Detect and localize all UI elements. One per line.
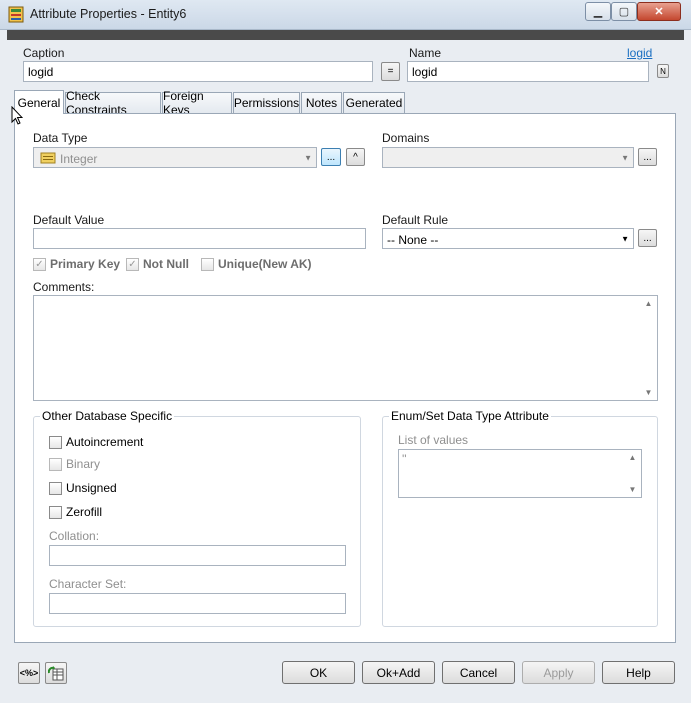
- checkmark-icon: ✓: [126, 257, 139, 271]
- name-options-button[interactable]: N: [657, 64, 669, 78]
- unsigned-label: Unsigned: [66, 481, 117, 495]
- empty-checkbox-icon: [49, 505, 62, 519]
- minimize-button[interactable]: ▁: [585, 2, 611, 21]
- list-of-values-label: List of values: [398, 433, 469, 447]
- binary-label: Binary: [66, 457, 101, 471]
- note-icon: N: [660, 66, 666, 76]
- ok-add-button[interactable]: Ok+Add: [362, 661, 435, 684]
- default-rule-value: -- None --: [387, 233, 439, 247]
- scroll-up-icon: ▲: [644, 299, 653, 308]
- comments-textarea[interactable]: ▲ ▼: [33, 295, 658, 401]
- empty-checkbox-icon: [201, 257, 214, 271]
- unique-label: Unique(New AK): [218, 257, 312, 271]
- tab-generated[interactable]: Generated: [343, 92, 405, 113]
- tab-strip: General Check Constraints Foreign Keys P…: [14, 89, 414, 117]
- cancel-button[interactable]: Cancel: [442, 661, 515, 684]
- default-rule-browse-button[interactable]: ...: [638, 229, 657, 247]
- zerofill-checkbox[interactable]: Zerofill: [49, 505, 102, 519]
- table-refresh-icon: [48, 666, 64, 681]
- integer-type-icon: [40, 152, 56, 164]
- data-type-browse-button[interactable]: ...: [321, 148, 341, 166]
- empty-checkbox-icon: [49, 481, 62, 495]
- unsigned-checkbox[interactable]: Unsigned: [49, 481, 117, 495]
- name-input[interactable]: logid: [407, 61, 649, 82]
- empty-checkbox-icon: [49, 457, 62, 471]
- domains-select[interactable]: ▼: [382, 147, 634, 168]
- data-type-value: Integer: [60, 152, 98, 166]
- enum-set-title: Enum/Set Data Type Attribute: [389, 409, 551, 423]
- other-db-title: Other Database Specific: [40, 409, 175, 423]
- list-of-values-text: '': [402, 452, 407, 466]
- refresh-table-button[interactable]: [45, 662, 67, 684]
- window-title: Attribute Properties - Entity6: [30, 7, 187, 21]
- caption-input[interactable]: logid: [23, 61, 373, 82]
- data-type-select[interactable]: Integer ▼: [33, 147, 317, 168]
- default-rule-select[interactable]: -- None -- ▼: [382, 228, 634, 249]
- tab-permissions[interactable]: Permissions: [233, 92, 300, 113]
- empty-checkbox-icon: [49, 435, 62, 449]
- help-button[interactable]: Help: [602, 661, 675, 684]
- scroll-down-icon: ▼: [644, 388, 653, 397]
- sync-name-button[interactable]: =: [381, 62, 400, 81]
- name-link[interactable]: logid: [627, 46, 652, 60]
- domains-browse-button[interactable]: ...: [638, 148, 657, 166]
- sql-preview-button[interactable]: <%>: [18, 662, 40, 684]
- unique-checkbox[interactable]: Unique(New AK): [201, 257, 312, 271]
- autoincrement-label: Autoincrement: [66, 435, 144, 449]
- checkmark-icon: ✓: [33, 257, 46, 271]
- data-type-up-button[interactable]: ^: [346, 148, 365, 166]
- charset-input[interactable]: [49, 593, 346, 614]
- maximize-button[interactable]: ▢: [611, 2, 637, 21]
- tab-check-constraints[interactable]: Check Constraints: [65, 89, 161, 117]
- tab-notes[interactable]: Notes: [301, 92, 342, 113]
- scroll-up-icon: ▲: [628, 453, 637, 462]
- primary-key-label: Primary Key: [50, 257, 121, 271]
- domains-label: Domains: [382, 131, 430, 145]
- default-value-input[interactable]: [33, 228, 366, 249]
- ok-button[interactable]: OK: [282, 661, 355, 684]
- data-type-label: Data Type: [33, 131, 88, 145]
- list-of-values-scrollbar[interactable]: ▲ ▼: [624, 450, 641, 497]
- header-strip: [7, 30, 684, 40]
- zerofill-label: Zerofill: [66, 505, 103, 519]
- chevron-down-icon: ▼: [304, 153, 312, 162]
- autoincrement-checkbox[interactable]: Autoincrement: [49, 435, 143, 449]
- comments-label: Comments:: [33, 280, 95, 294]
- close-icon: ✕: [654, 6, 664, 18]
- mouse-cursor-icon: [11, 106, 23, 125]
- maximize-icon: ▢: [618, 6, 630, 18]
- close-button[interactable]: ✕: [637, 2, 681, 21]
- scroll-down-icon: ▼: [628, 485, 637, 494]
- not-null-label: Not Null: [143, 257, 189, 271]
- primary-key-checkbox[interactable]: ✓ Primary Key: [33, 257, 120, 271]
- collation-label: Collation:: [49, 529, 100, 543]
- default-value-label: Default Value: [33, 213, 105, 227]
- apply-button[interactable]: Apply: [522, 661, 595, 684]
- charset-label: Character Set:: [49, 577, 127, 591]
- caption-label: Caption: [23, 46, 65, 60]
- name-label: Name: [409, 46, 442, 60]
- comments-scrollbar[interactable]: ▲ ▼: [640, 296, 657, 400]
- minimize-icon: ▁: [593, 6, 603, 18]
- binary-checkbox[interactable]: Binary: [49, 457, 100, 471]
- app-icon: [8, 6, 24, 23]
- chevron-down-icon: ▼: [621, 234, 629, 243]
- collation-input[interactable]: [49, 545, 346, 566]
- default-rule-label: Default Rule: [382, 213, 449, 227]
- chevron-down-icon: ▼: [621, 153, 629, 162]
- code-icon: <%>: [19, 668, 39, 678]
- list-of-values-textarea[interactable]: '' ▲ ▼: [398, 449, 642, 498]
- enum-set-group: Enum/Set Data Type Attribute: [382, 409, 658, 627]
- not-null-checkbox[interactable]: ✓ Not Null: [126, 257, 189, 271]
- tab-foreign-keys[interactable]: Foreign Keys: [162, 89, 232, 117]
